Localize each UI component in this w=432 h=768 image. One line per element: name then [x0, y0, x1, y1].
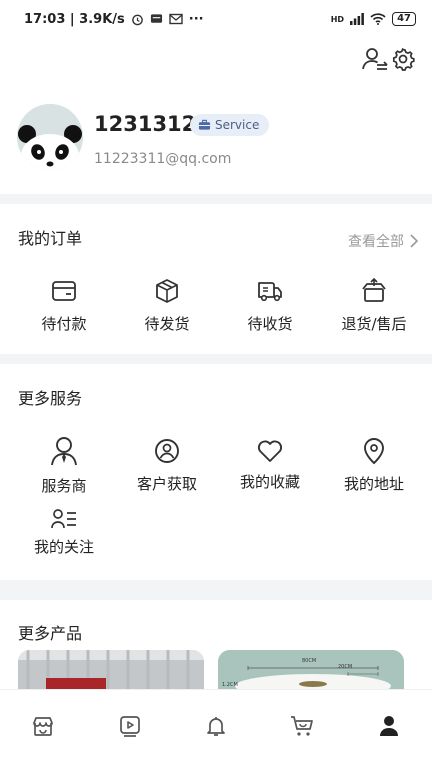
order-pending-payment[interactable]: 待付款 [12, 277, 116, 334]
message-icon [150, 14, 162, 23]
service-my-favorites[interactable]: 我的收藏 [218, 437, 322, 492]
mail-icon [169, 13, 183, 25]
tab-cart[interactable] [259, 690, 345, 768]
service-item-label: 我的收藏 [239, 473, 300, 491]
service-my-follows[interactable]: 我的关注 [12, 508, 116, 557]
product-card[interactable]: 80CM 20CM 1.2CM [218, 650, 404, 690]
services-section: 更多服务 服务商 客户获取 我的收藏 我的地址 我的关注 [0, 364, 432, 580]
products-section: 更多产品 80CM 20CM 1.2CM [0, 600, 432, 690]
signal-icon [350, 13, 364, 25]
tab-shop[interactable] [0, 690, 86, 768]
product-image [218, 650, 404, 690]
orders-section: 我的订单 查看全部 待付款 待发货 待收货 退货/售后 [0, 204, 432, 354]
profile-header: 1231312 Service 11223311@qq.com [0, 88, 432, 194]
follow-list-icon [51, 509, 76, 529]
status-right: HD 47 [331, 12, 416, 26]
tab-profile[interactable] [346, 690, 432, 768]
status-time-speed: 17:03 | 3.9K/s [24, 11, 125, 27]
username: 1231312 [94, 112, 197, 136]
order-pending-receipt[interactable]: 待收货 [218, 277, 322, 334]
top-actions [0, 38, 432, 88]
shop-icon [33, 717, 54, 736]
provider-icon [51, 437, 77, 466]
order-item-label: 退货/售后 [341, 315, 407, 333]
status-left: 17:03 | 3.9K/s ··· [24, 12, 204, 27]
user-email: 11223311@qq.com [94, 151, 232, 167]
gear-icon [392, 47, 415, 71]
service-badge-label: Service [215, 118, 260, 132]
heart-icon [257, 440, 283, 462]
order-pending-shipment[interactable]: 待发货 [115, 277, 219, 334]
switch-user-icon [362, 48, 388, 70]
wifi-icon [370, 13, 386, 25]
network-label: HD [330, 14, 345, 24]
avatar[interactable] [17, 104, 83, 170]
delivery-truck-icon [258, 282, 282, 302]
service-badge[interactable]: Service [190, 114, 270, 136]
view-all-orders-link[interactable]: 查看全部 [348, 231, 418, 251]
service-customer-acquisition[interactable]: 客户获取 [115, 437, 219, 494]
alarm-icon [131, 14, 143, 25]
settings-button[interactable] [390, 44, 420, 74]
bottom-tab-bar [0, 689, 432, 768]
briefcase-icon [198, 119, 211, 130]
wallet-icon [52, 281, 76, 301]
more-notifications: ··· [188, 11, 204, 27]
product-dim-label: 1.2CM [222, 682, 238, 688]
order-item-label: 待付款 [41, 315, 87, 333]
view-all-label: 查看全部 [348, 234, 404, 250]
service-my-address[interactable]: 我的地址 [322, 437, 426, 494]
product-image [18, 650, 204, 690]
status-bar: 17:03 | 3.9K/s ··· HD 47 [0, 0, 432, 38]
bell-icon [207, 717, 225, 736]
service-item-label: 我的地址 [343, 475, 404, 493]
products-title: 更多产品 [18, 624, 83, 643]
tab-notifications[interactable] [173, 690, 259, 768]
return-box-icon [362, 277, 386, 302]
panda-avatar-icon [17, 104, 83, 170]
order-item-label: 待发货 [144, 315, 190, 333]
package-icon [156, 279, 178, 303]
product-card[interactable] [18, 650, 204, 690]
service-item-label: 我的关注 [33, 538, 94, 556]
product-dim-label: 80CM [302, 658, 317, 664]
service-item-label: 服务商 [41, 477, 87, 495]
chevron-right-icon [410, 234, 418, 248]
cart-icon [291, 716, 314, 736]
tab-video[interactable] [86, 690, 172, 768]
video-icon [119, 716, 140, 737]
user-icon [379, 716, 398, 736]
services-title: 更多服务 [18, 389, 83, 408]
order-return-aftersale[interactable]: 退货/售后 [322, 277, 426, 334]
battery-indicator: 47 [392, 12, 416, 26]
order-item-label: 待收货 [247, 315, 293, 333]
service-item-label: 客户获取 [136, 475, 197, 493]
orders-title: 我的订单 [18, 229, 83, 248]
product-dim-label: 20CM [338, 664, 353, 670]
customer-icon [155, 439, 179, 463]
location-pin-icon [364, 438, 384, 465]
switch-account-button[interactable] [360, 44, 390, 74]
service-provider[interactable]: 服务商 [12, 435, 116, 496]
